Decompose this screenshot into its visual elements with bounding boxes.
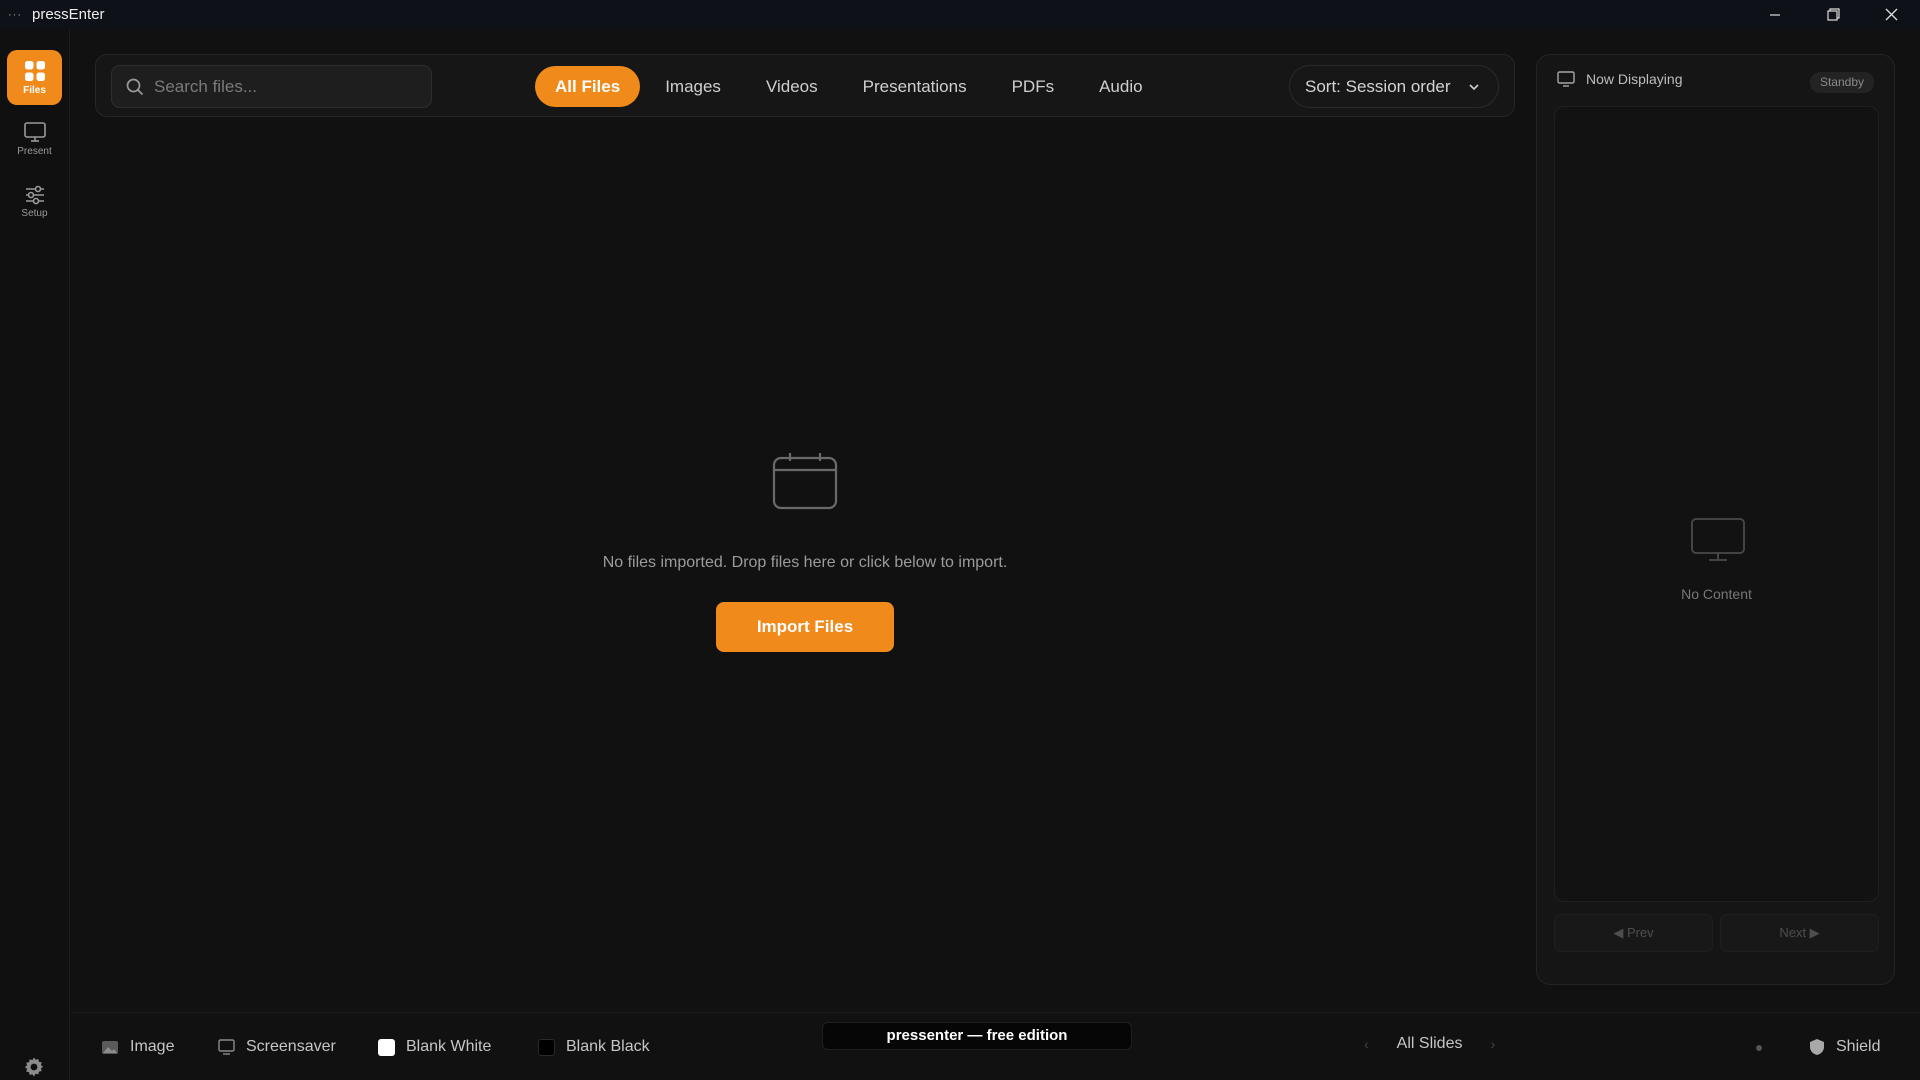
restore-button[interactable]	[1804, 0, 1862, 29]
window-menu-icon[interactable]: ···	[8, 9, 22, 21]
empty-state: No files imported. Drop files here or cl…	[595, 452, 1015, 652]
display-preview: No Content	[1554, 106, 1879, 902]
slides-next-arrow[interactable]: ›	[1490, 1036, 1495, 1052]
left-rail: Files Present Setup	[0, 29, 70, 1080]
slides-selector: ‹ All Slides ›	[1364, 1035, 1495, 1053]
rail-item-label: Present	[17, 145, 52, 157]
blank-white-button[interactable]: Blank White	[378, 1035, 491, 1059]
bottom-bar: Image Screensaver Blank White Blank Blac…	[71, 1012, 1920, 1080]
close-icon	[1885, 8, 1897, 21]
prev-button[interactable]: ◀ Prev	[1554, 914, 1713, 952]
shield-button[interactable]: Shield	[1809, 1035, 1880, 1059]
rail-item-present[interactable]: Present	[7, 111, 62, 166]
settings-button[interactable]	[22, 1055, 46, 1080]
rail-item-files[interactable]: Files	[7, 50, 62, 105]
import-files-button[interactable]: Import Files	[716, 602, 894, 652]
monitor-icon	[23, 121, 46, 142]
blank-black-label: Blank Black	[566, 1038, 650, 1055]
window-controls	[1746, 0, 1920, 29]
now-displaying-panel: Now Displaying Standby No Content ◀ Prev…	[1536, 54, 1895, 985]
tab-videos[interactable]: Videos	[746, 66, 838, 107]
filter-tabs: All Files Images Videos Presentations PD…	[535, 66, 1168, 107]
files-toolbar: All Files Images Videos Presentations PD…	[95, 54, 1515, 117]
image-icon	[102, 1040, 118, 1054]
black-swatch	[538, 1038, 555, 1056]
tab-pdfs[interactable]: PDFs	[992, 66, 1075, 107]
grid-icon	[24, 60, 45, 81]
slides-prev-arrow[interactable]: ‹	[1364, 1036, 1369, 1052]
title-bar: ··· pressEnter	[0, 0, 1920, 29]
tab-presentations[interactable]: Presentations	[843, 66, 987, 107]
status-dot	[1756, 1045, 1762, 1051]
sort-dropdown[interactable]: Sort: Session order	[1289, 65, 1499, 108]
shield-icon	[1810, 1039, 1824, 1055]
monitor-icon	[1557, 71, 1575, 87]
rail-item-label: Setup	[21, 207, 48, 219]
tab-all-files[interactable]: All Files	[535, 66, 641, 107]
rail-item-setup[interactable]: Setup	[7, 174, 62, 229]
screensaver-label: Screensaver	[246, 1038, 336, 1055]
white-swatch	[378, 1038, 395, 1056]
screensaver-button[interactable]: Screensaver	[218, 1035, 336, 1059]
search-box	[111, 65, 432, 108]
panel-header: Now Displaying	[1557, 71, 1682, 87]
shield-label: Shield	[1836, 1038, 1881, 1055]
minimize-icon	[1770, 13, 1780, 16]
empty-message: No files imported. Drop files here or cl…	[602, 554, 1008, 571]
restore-icon	[1826, 8, 1840, 21]
minimize-button[interactable]	[1746, 0, 1804, 29]
no-content-label: No Content	[1681, 586, 1752, 602]
sort-label: Sort: Session order	[1305, 76, 1451, 96]
edition-label: pressenter — free edition	[822, 1022, 1132, 1050]
tab-images[interactable]: Images	[645, 66, 741, 107]
image-mode-button[interactable]: Image	[101, 1035, 174, 1059]
blank-white-label: Blank White	[406, 1038, 492, 1055]
next-button[interactable]: Next ▶	[1720, 914, 1879, 952]
monitor-icon	[1691, 518, 1745, 561]
image-mode-label: Image	[130, 1038, 175, 1055]
sliders-icon	[25, 185, 44, 204]
calendar-icon	[772, 453, 838, 510]
slides-label[interactable]: All Slides	[1397, 1035, 1463, 1053]
chevron-down-icon	[1469, 84, 1479, 91]
status-badge: Standby	[1809, 72, 1874, 93]
close-button[interactable]	[1862, 0, 1920, 29]
search-icon	[126, 78, 144, 95]
screen-icon	[218, 1039, 235, 1055]
tab-audio[interactable]: Audio	[1079, 66, 1162, 107]
window-title: pressEnter	[32, 6, 105, 23]
rail-item-label: Files	[23, 84, 46, 96]
gear-icon	[24, 1057, 44, 1077]
search-input[interactable]	[154, 76, 424, 97]
panel-title: Now Displaying	[1586, 71, 1683, 87]
blank-black-button[interactable]: Blank Black	[538, 1035, 650, 1059]
